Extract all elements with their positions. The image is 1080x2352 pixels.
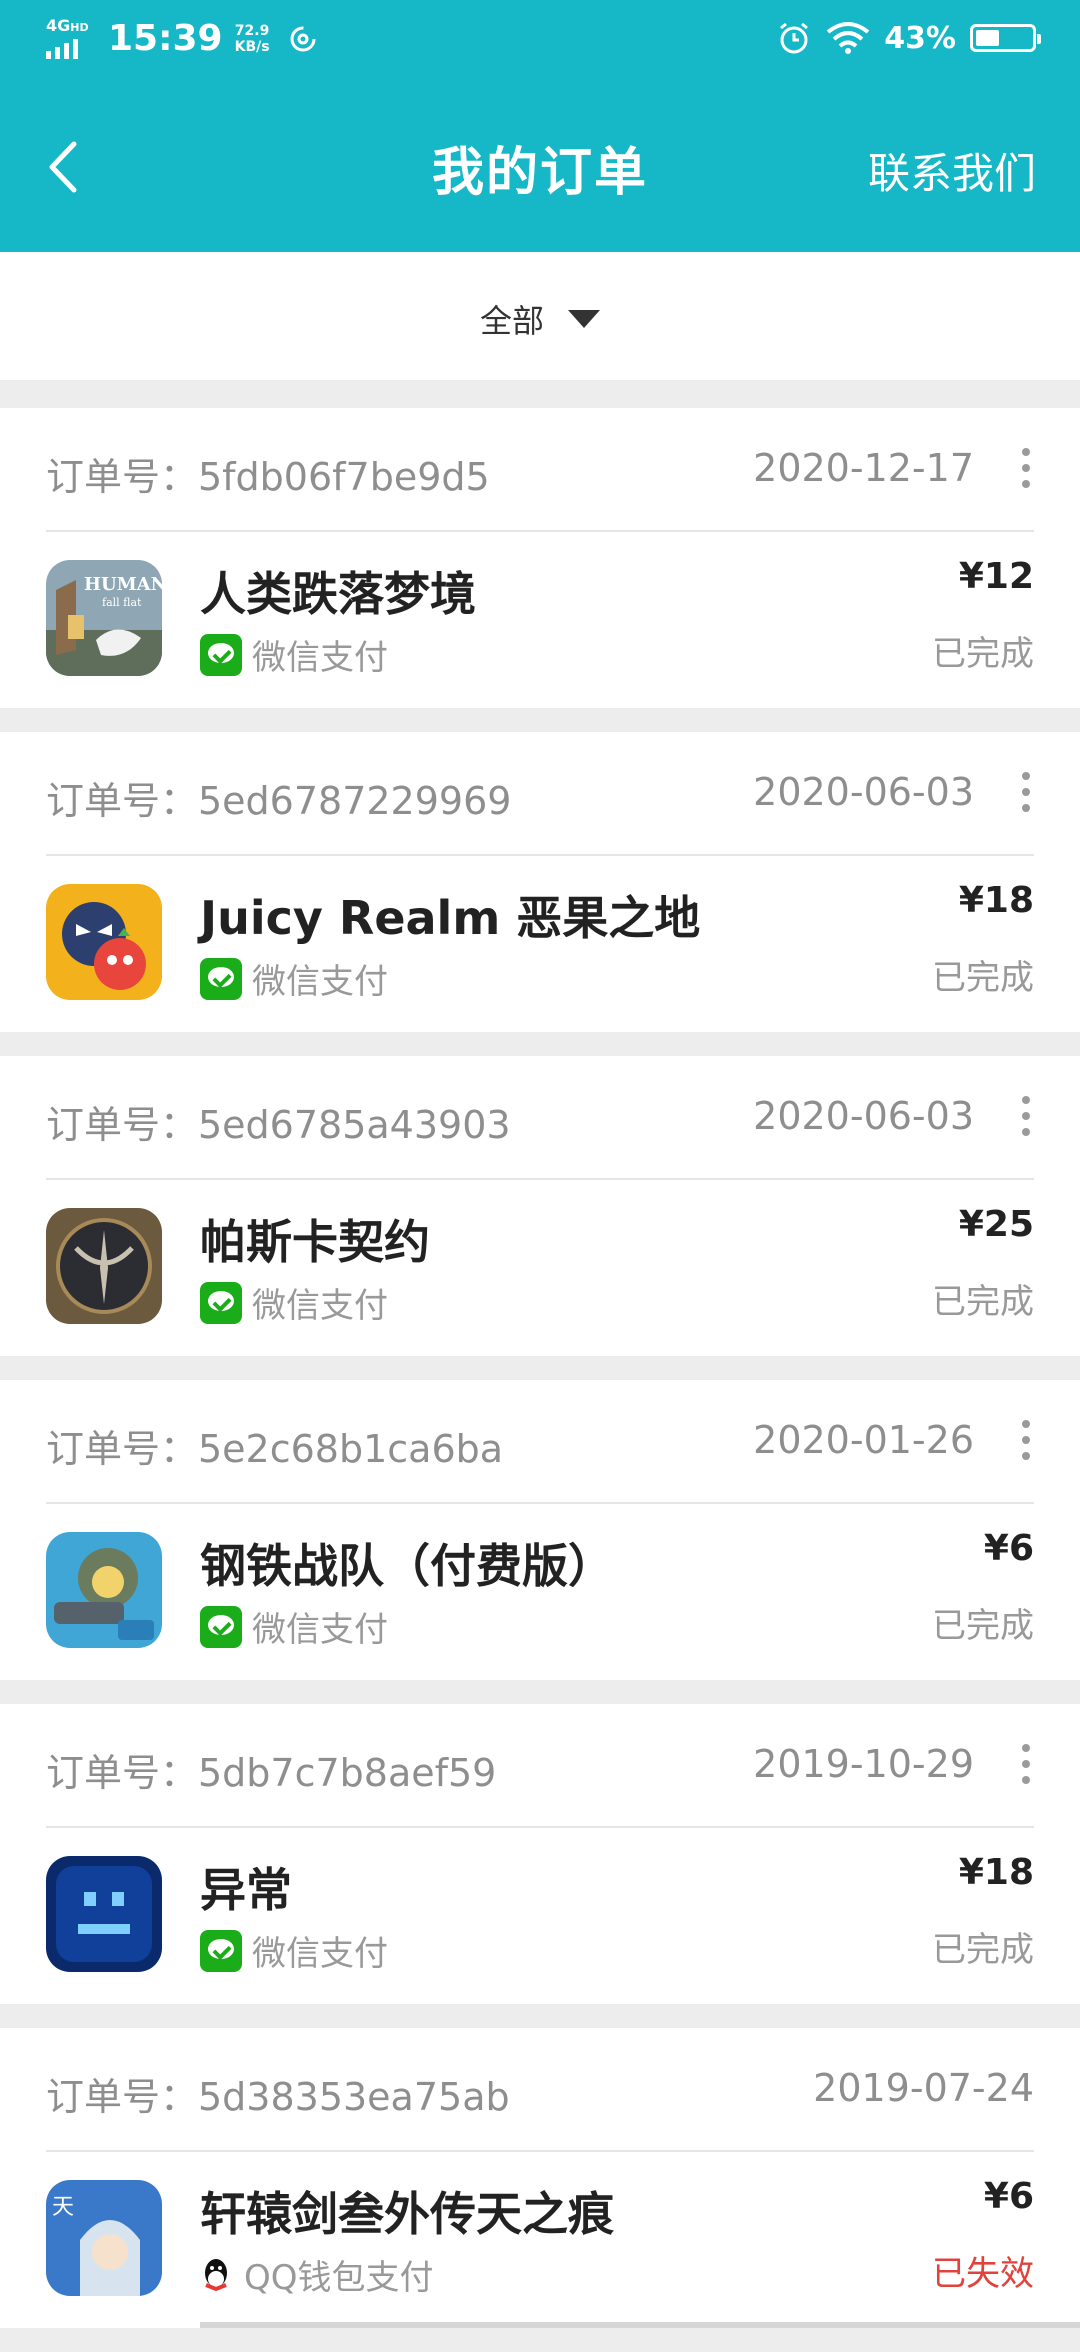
payment-label: QQ钱包支付: [244, 2258, 434, 2298]
wechat-pay-icon: [200, 633, 242, 676]
wifi-icon: [826, 22, 870, 54]
order-card[interactable]: 订单号：5e2c68b1ca6ba 2020-01-26 钢铁战队（付费版） 微…: [0, 1380, 1080, 1680]
svg-text:HUMAN: HUMAN: [84, 574, 162, 595]
payment-label: 微信支付: [252, 1610, 388, 1650]
order-header: 订单号：5e2c68b1ca6ba 2020-01-26: [46, 1380, 1034, 1504]
status-bar: 4GHD 15:39 72.9 KB/s 43%: [0, 0, 1080, 82]
svg-text:fall flat: fall flat: [102, 596, 142, 609]
order-date: 2020-12-17: [753, 446, 974, 490]
scroll-indicator: [200, 2322, 1080, 2328]
payment-method: QQ钱包支付: [200, 2250, 434, 2299]
payment-label: 微信支付: [252, 1934, 388, 1974]
filter-bar: 全部: [0, 252, 1080, 380]
contact-us-button[interactable]: 联系我们: [868, 140, 1036, 201]
order-card[interactable]: 订单号：5fdb06f7be9d5 2020-12-17 HUMAN fall …: [0, 408, 1080, 708]
more-options-icon[interactable]: [1018, 772, 1034, 812]
order-header: 订单号：5ed6785a43903 2020-06-03: [46, 1056, 1034, 1180]
order-status: 已失效: [932, 2254, 1034, 2294]
filter-label: 全部: [479, 302, 544, 340]
order-date: 2020-06-03: [753, 770, 974, 814]
order-card[interactable]: 订单号：5ed6785a43903 2020-06-03 帕斯卡契约 微信支付 …: [0, 1056, 1080, 1356]
order-date: 2020-01-26: [753, 1418, 974, 1462]
order-number: 订单号：5ed6787229969: [46, 779, 512, 823]
sync-icon: [290, 26, 316, 51]
order-header: 订单号：5ed6787229969 2020-06-03: [46, 732, 1034, 856]
app-name: Juicy Realm 恶果之地: [200, 891, 701, 945]
payment-method: 微信支付: [200, 954, 388, 1003]
qq-wallet-icon: [205, 2258, 227, 2291]
exception-icon: [46, 1856, 162, 1972]
more-options-icon[interactable]: [1018, 448, 1034, 488]
speed-unit: KB/s: [234, 38, 270, 55]
wechat-pay-icon: [200, 1929, 242, 1972]
filter-dropdown[interactable]: 全部: [0, 296, 1080, 342]
order-status: 已完成: [932, 1282, 1034, 1322]
order-status: 已完成: [932, 634, 1034, 674]
order-card[interactable]: 订单号：5d38353ea75ab 2019-07-24 天 轩辕剑叁外传天之痕…: [0, 2028, 1080, 2328]
order-price: ¥25: [958, 1204, 1034, 1245]
payment-label: 微信支付: [252, 1286, 388, 1326]
network-speed: 72.9 KB/s: [235, 23, 270, 55]
juicy-realm-icon: [46, 884, 162, 1000]
payment-method: 微信支付: [200, 1602, 388, 1651]
order-list: 订单号：5fdb06f7be9d5 2020-12-17 HUMAN fall …: [0, 408, 1080, 2352]
wechat-pay-icon: [200, 1605, 242, 1648]
order-number: 订单号：5d38353ea75ab: [46, 2075, 510, 2119]
order-number: 订单号：5fdb06f7be9d5: [46, 455, 490, 499]
order-number: 订单号：5e2c68b1ca6ba: [46, 1427, 504, 1471]
more-options-icon[interactable]: [1018, 1420, 1034, 1460]
order-card[interactable]: 订单号：5ed6787229969 2020-06-03 Juicy Realm…: [0, 732, 1080, 1032]
clock: 15:39: [108, 18, 223, 59]
more-options-icon[interactable]: [1018, 1744, 1034, 1784]
order-header: 订单号：5fdb06f7be9d5 2020-12-17: [46, 408, 1034, 532]
wechat-pay-icon: [200, 1281, 242, 1324]
battery-icon: [970, 24, 1041, 52]
payment-label: 微信支付: [252, 638, 388, 678]
iron-marines-icon: [46, 1532, 162, 1648]
order-status: 已完成: [932, 958, 1034, 998]
pascals-wager-icon: [46, 1208, 162, 1324]
battery-percent: 43%: [884, 20, 956, 56]
order-card[interactable]: 订单号：5db7c7b8aef59 2019-10-29 异常 微信支付 ¥18…: [0, 1704, 1080, 2004]
speed-value: 72.9: [234, 22, 270, 39]
signal-icon: 4GHD: [46, 15, 98, 59]
order-date: 2019-07-24: [813, 2066, 1034, 2110]
order-header: 订单号：5db7c7b8aef59 2019-10-29: [46, 1704, 1034, 1828]
xuanyuan-sword-icon: 天: [46, 2180, 162, 2296]
app-header: 我的订单 联系我们: [0, 82, 1080, 252]
app-name: 人类跌落梦境: [200, 567, 476, 621]
payment-label: 微信支付: [252, 962, 388, 1002]
human-fall-flat-icon: HUMAN fall flat: [46, 560, 162, 676]
order-price: ¥18: [958, 1852, 1034, 1893]
alarm-icon: [780, 22, 809, 54]
order-date: 2019-10-29: [753, 1742, 974, 1786]
order-number: 订单号：5ed6785a43903: [46, 1103, 511, 1147]
app-name: 异常: [200, 1863, 292, 1917]
order-price: ¥6: [983, 1528, 1034, 1569]
order-price: ¥12: [958, 556, 1034, 597]
more-options-icon[interactable]: [1018, 1096, 1034, 1136]
order-price: ¥18: [958, 880, 1034, 921]
wechat-pay-icon: [200, 957, 242, 1000]
app-name: 帕斯卡契约: [200, 1215, 430, 1269]
app-name: 钢铁战队（付费版）: [200, 1539, 614, 1593]
payment-method: 微信支付: [200, 630, 388, 679]
network-badge: HD: [70, 20, 89, 34]
payment-method: 微信支付: [200, 1926, 388, 1975]
order-header: 订单号：5d38353ea75ab 2019-07-24: [46, 2028, 1034, 2152]
app-name: 轩辕剑叁外传天之痕: [200, 2187, 614, 2241]
payment-method: 微信支付: [200, 1278, 388, 1327]
order-status: 已完成: [932, 1930, 1034, 1970]
order-price: ¥6: [983, 2176, 1034, 2217]
order-date: 2020-06-03: [753, 1094, 974, 1138]
order-status: 已完成: [932, 1606, 1034, 1646]
svg-text:天: 天: [52, 2195, 74, 2220]
order-number: 订单号：5db7c7b8aef59: [46, 1751, 497, 1795]
network-type: 4G: [46, 15, 71, 35]
caret-down-icon: [568, 310, 600, 328]
